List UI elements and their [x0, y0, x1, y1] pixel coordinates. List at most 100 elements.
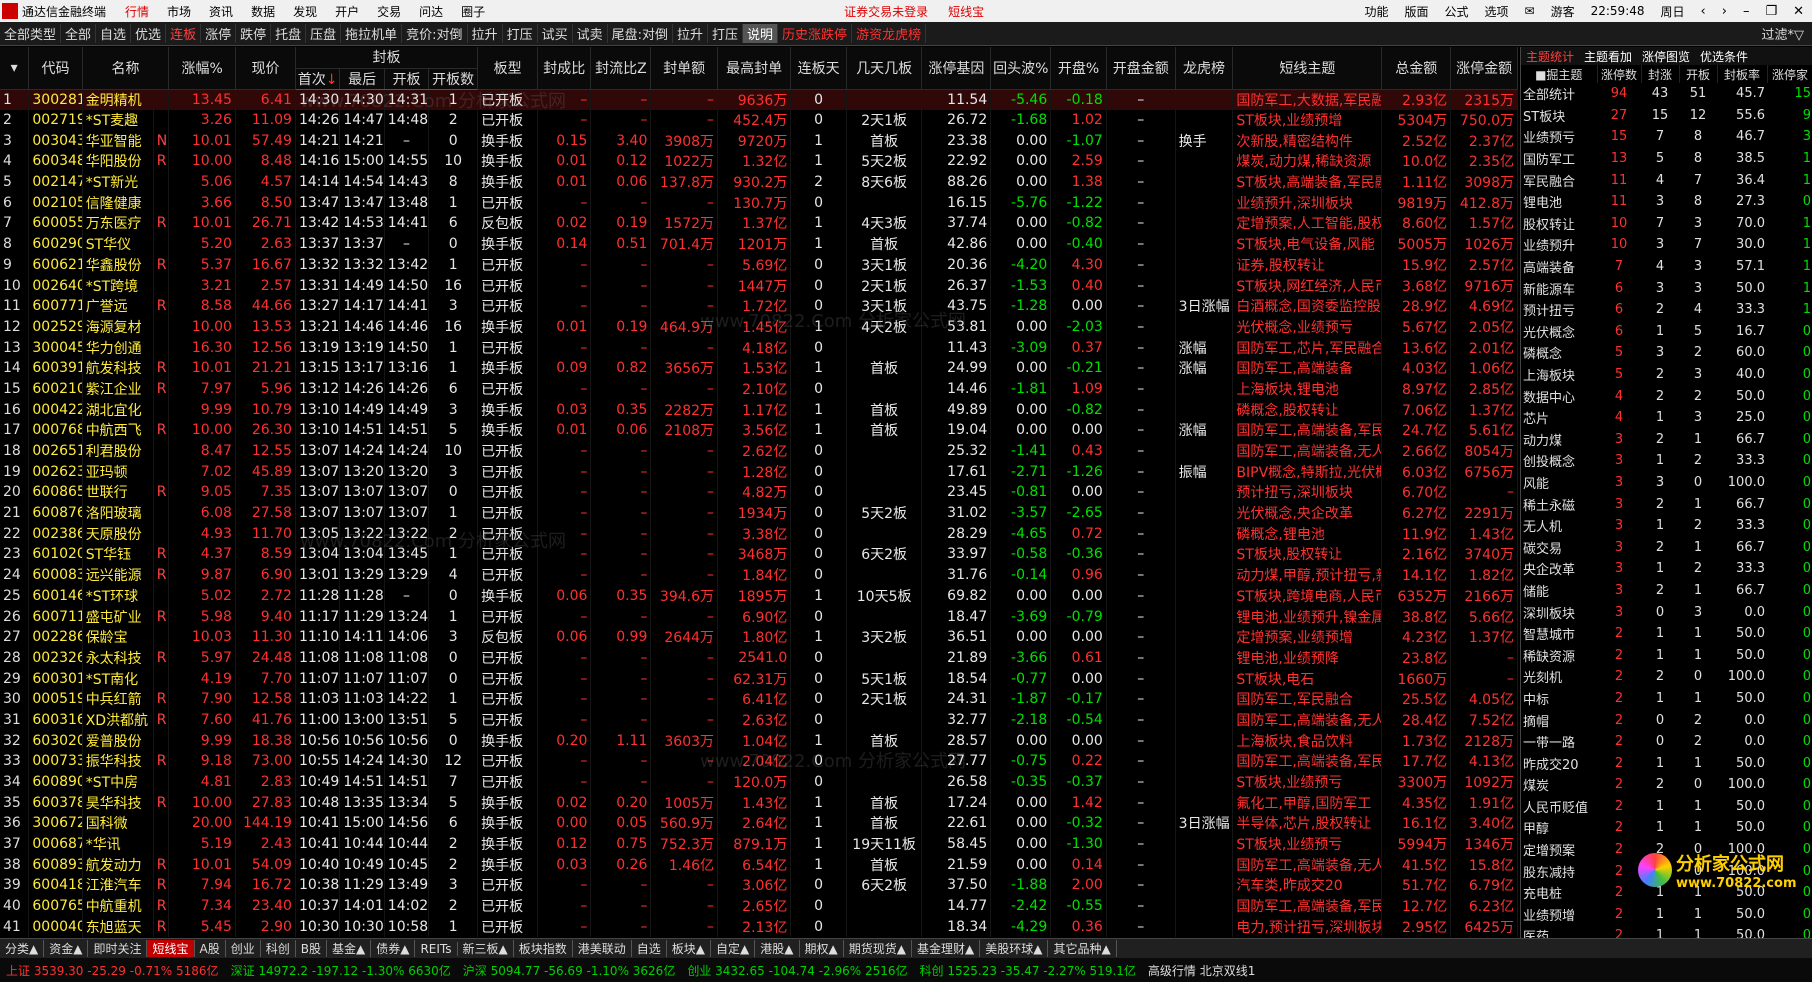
col-seal-float-ratio[interactable]: 封流比Z [590, 47, 652, 90]
theme-row[interactable]: 甲醇 2 1 1 50.0 0 [1521, 817, 1812, 839]
theme-row[interactable]: 国防军工 13 5 8 38.5 1 [1521, 148, 1812, 170]
table-row[interactable]: 4 600348 华阳股份 R 10.00 8.48 14:16 15:00 14:55 10 换手… [0, 151, 1518, 172]
theme-row[interactable]: 摘帽 2 0 2 0.0 0 [1521, 709, 1812, 731]
theme-row[interactable]: 业绩预升 10 3 7 30.0 1 [1521, 234, 1812, 256]
col-limit-amount[interactable]: 涨停金额 [1450, 47, 1518, 90]
bottom-tab[interactable]: 分类▲ [0, 940, 45, 957]
toolbar-all-types[interactable]: 全部类型 [0, 24, 62, 43]
index-hushen[interactable]: 沪深 5094.77 -56.69 -1.10% 3626亿 [457, 962, 682, 979]
toolbar-pull-up[interactable]: 拉升 [468, 24, 503, 43]
minimize-icon[interactable]: – [1735, 4, 1758, 19]
rcol-limit-count[interactable]: 涨停数 [1597, 65, 1642, 83]
index-star[interactable]: 科创 1525.23 -35.47 -2.27% 519.1亿 [914, 962, 1142, 979]
table-row[interactable]: 9 600621 华鑫股份 R 5.37 16.67 13:32 13:32 13:42 1 已开板… [0, 254, 1518, 276]
rcol-theme[interactable]: ■掘主题 [1521, 65, 1598, 83]
menu-item-quotes[interactable]: 行情 [116, 3, 158, 20]
theme-row[interactable]: 创投概念 3 1 2 33.3 0 [1521, 450, 1812, 472]
bottom-tab[interactable]: 科创 [261, 940, 296, 957]
theme-row[interactable]: 数据中心 4 2 2 50.0 0 [1521, 385, 1812, 407]
col-open-pct[interactable]: 开盘% [1050, 47, 1107, 90]
bottom-tab[interactable]: A股 [195, 940, 226, 957]
theme-row[interactable]: 煤炭 2 2 0 100.0 0 [1521, 774, 1812, 796]
bottom-tab[interactable]: 期货现货▲ [844, 940, 912, 957]
bottom-tab[interactable]: 美股环球▲ [980, 940, 1049, 957]
col-dragon-tiger[interactable]: 龙虎榜 [1175, 47, 1234, 90]
col-open-time[interactable]: 开板 [384, 68, 430, 90]
col-open-amount[interactable]: 开盘金额 [1106, 47, 1176, 90]
menu-item-discover[interactable]: 发现 [284, 3, 326, 20]
menu-item-circle[interactable]: 圈子 [452, 3, 494, 20]
col-limit-gene[interactable]: 涨停基因 [921, 47, 992, 90]
table-row[interactable]: 23 601020 ST华钰 R 4.37 8.59 13:04 13:04 13:45 1 已开板… [0, 544, 1518, 565]
theme-row[interactable]: 业绩预亏 15 7 8 46.7 3 [1521, 126, 1812, 148]
theme-row[interactable]: 储能 3 2 1 66.7 0 [1521, 580, 1812, 602]
toolbar-pressure[interactable]: 压盘 [306, 24, 342, 43]
tab-theme-view[interactable]: 主题看加 [1579, 48, 1637, 65]
table-row[interactable]: 5 002147 *ST新光 5.06 4.57 14:14 14:54 14:43 8 换手板 0… [0, 171, 1518, 193]
theme-row[interactable]: 稀缺资源 2 1 1 50.0 0 [1521, 644, 1812, 666]
menu-item-open-account[interactable]: 开户 [326, 3, 368, 20]
theme-row[interactable]: 业绩预增 2 1 1 50.0 0 [1521, 904, 1812, 926]
theme-row[interactable]: 碳交易 3 2 1 66.7 0 [1521, 536, 1812, 558]
table-row[interactable]: 22 002386 天原股份 4.93 11.70 13:05 13:22 13:22 2 已开板… [0, 523, 1518, 545]
toolbar-auction-wash[interactable]: 竞价:对倒 [402, 24, 468, 43]
table-row[interactable]: 39 600418 江淮汽车 R 7.94 16.72 10:38 11:29 13:49 3 已开… [0, 875, 1518, 896]
menu-item-wenda[interactable]: 问达 [410, 3, 452, 20]
table-row[interactable]: 19 002623 亚玛顿 7.02 45.89 13:07 13:20 13:20 3 已开板 –… [0, 461, 1518, 483]
col-price[interactable]: 现价 [235, 47, 296, 90]
col-consecutive-days[interactable]: 连板天 [790, 47, 847, 90]
toolbar-help[interactable]: 说明 [743, 24, 779, 43]
toolbar-history-limit[interactable]: 历史涨跌停 [778, 24, 853, 43]
mail-icon[interactable]: ✉ [1517, 4, 1543, 18]
theme-row[interactable]: 智慧城市 2 1 1 50.0 0 [1521, 623, 1812, 645]
table-row[interactable]: 24 600083 远兴能源 R 9.87 6.90 13:01 13:29 13:29 4 已开板… [0, 564, 1518, 586]
menu-options[interactable]: 选项 [1477, 3, 1517, 20]
theme-row[interactable]: 光伏概念 6 1 5 16.7 0 [1521, 321, 1812, 343]
col-board-type[interactable]: 板型 [477, 47, 539, 90]
bottom-tab[interactable]: 即时关注 [88, 940, 148, 957]
bottom-tab[interactable]: 短线宝 [147, 940, 195, 957]
table-row[interactable]: 40 600765 中航重机 R 7.34 23.40 10:37 14:01 14:02 2 已开… [0, 895, 1518, 917]
menu-item-trade[interactable]: 交易 [368, 3, 410, 20]
col-total-amount[interactable]: 总金额 [1381, 47, 1452, 90]
theme-row[interactable]: 央企改革 3 1 2 33.3 0 [1521, 558, 1812, 580]
col-days-boards[interactable]: 几天几板 [846, 47, 923, 90]
rcol-limit-home[interactable]: 涨停家 [1767, 65, 1812, 83]
toolbar-hot-money[interactable]: 游资龙虎榜 [852, 24, 927, 43]
table-row[interactable]: 8 600290 ST华仪 5.20 2.63 13:37 13:37–0 换手板 0.14 0.… [0, 233, 1518, 255]
table-row[interactable]: 17 000768 中航西飞 R 10.00 26.30 13:10 14:51 14:51 5 换… [0, 420, 1518, 441]
table-row[interactable]: 26 600711 盛屯矿业 R 5.98 9.40 11:17 11:29 13:24 1 已开板… [0, 606, 1518, 627]
col-change-pct[interactable]: 涨幅% [168, 47, 236, 90]
col-seal-ratio[interactable]: 封成比 [537, 47, 592, 90]
table-row[interactable]: 13 300045 华力创通 16.30 12.56 13:19 13:19 14:50 1 已开… [0, 337, 1518, 358]
table-row[interactable]: 37 000687 *华讯 5.19 2.43 10:41 10:44 10:44 2 换手板 0.… [0, 833, 1518, 855]
rcol-seal-rate[interactable]: 封板率 [1717, 65, 1768, 83]
table-row[interactable]: 18 002651 利君股份 8.47 12.55 13:07 14:24 14:24 10 已开… [0, 440, 1518, 462]
col-code[interactable]: 代码 [28, 47, 83, 90]
theme-row[interactable]: 深圳板块 3 0 3 0.0 0 [1521, 601, 1812, 623]
menu-item-news[interactable]: 资讯 [200, 3, 242, 20]
theme-row[interactable]: 昨成交20 2 1 1 50.0 0 [1521, 752, 1812, 774]
table-row[interactable]: 38 600893 航发动力 R 10.01 54.09 10:40 10:49 10:45 2 换… [0, 854, 1518, 876]
theme-row[interactable]: 锂电池 11 3 8 27.3 0 [1521, 191, 1812, 213]
table-row[interactable]: 41 000040 东旭蓝天 R 5.45 2.90 10:30 10:30 10:58 1 已开板… [0, 916, 1518, 938]
toolbar-all[interactable]: 全部 [61, 24, 97, 43]
bottom-tab[interactable]: 自定▲ [711, 940, 756, 957]
bottom-tab[interactable]: REITs [415, 941, 458, 956]
filter-dropdown[interactable]: 过滤*▽ [1762, 24, 1812, 43]
table-row[interactable]: 12 002529 海源复材 10.00 13.53 13:21 14:46 14:46 16 换… [0, 316, 1518, 338]
table-row[interactable]: 16 000422 湖北宜化 9.99 10.79 13:10 14:49 14:49 3 换手板… [0, 399, 1518, 420]
theme-row[interactable]: 风能 3 3 0 100.0 0 [1521, 472, 1812, 494]
rcol-sealed[interactable]: 封涨 [1641, 65, 1680, 83]
login-notice[interactable]: 证券交易未登录 [834, 3, 938, 20]
col-seal-amount[interactable]: 封单额 [650, 47, 719, 90]
theme-row[interactable]: 上海板块 5 2 3 40.0 0 [1521, 364, 1812, 386]
index-chinext[interactable]: 创业 3432.65 -104.74 -2.96% 2516亿 [681, 962, 913, 979]
bottom-tab[interactable]: 板块▲ [667, 940, 712, 957]
bottom-tab[interactable]: 港美联动 [573, 940, 632, 957]
table-row[interactable]: 30 000519 中兵红箭 R 7.90 12.58 11:03 11:03 14:22 1 已开… [0, 688, 1518, 710]
col-theme[interactable]: 短线主题 [1232, 47, 1383, 90]
toolbar-watchlist[interactable]: 自选 [96, 24, 132, 43]
col-pullback[interactable]: 回头波% [990, 47, 1052, 90]
forward-icon[interactable]: › [1714, 4, 1735, 19]
